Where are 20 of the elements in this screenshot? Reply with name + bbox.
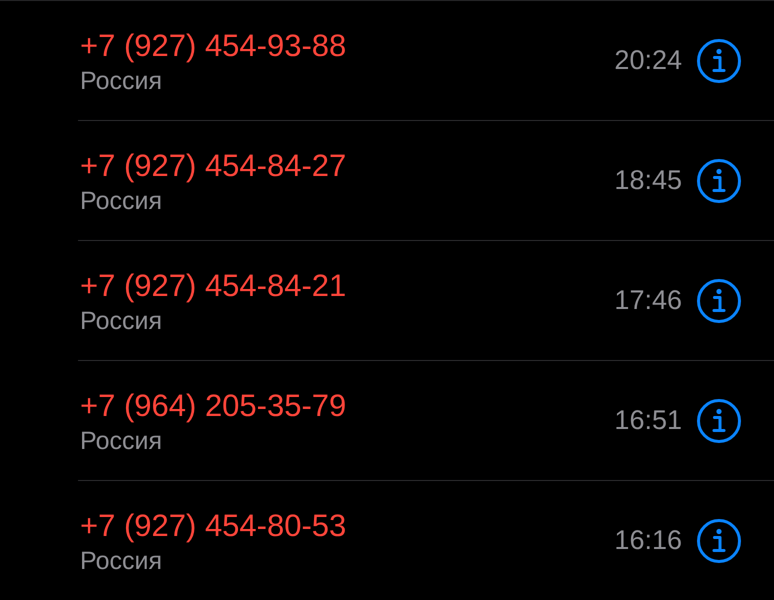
phone-number: +7 (927) 454-93-88 [80,26,346,64]
call-time: 16:16 [614,524,682,558]
phone-number: +7 (927) 454-84-21 [80,266,346,304]
call-location: Россия [80,426,162,456]
phone-number: +7 (964) 205-35-79 [80,386,346,424]
phone-number: +7 (927) 454-80-53 [80,506,346,544]
phone-number: +7 (927) 454-84-27 [80,146,346,184]
call-time: 16:51 [614,404,682,438]
info-icon[interactable] [696,518,742,564]
call-time: 20:24 [614,44,682,78]
call-time: 18:45 [614,164,682,198]
info-icon[interactable] [696,38,742,84]
call-location: Россия [80,306,162,336]
info-icon[interactable] [696,398,742,444]
info-icon[interactable] [696,278,742,324]
call-location: Россия [80,66,162,96]
call-location: Россия [80,546,162,576]
info-icon[interactable] [696,158,742,204]
call-time: 17:46 [614,284,682,318]
call-location: Россия [80,186,162,216]
